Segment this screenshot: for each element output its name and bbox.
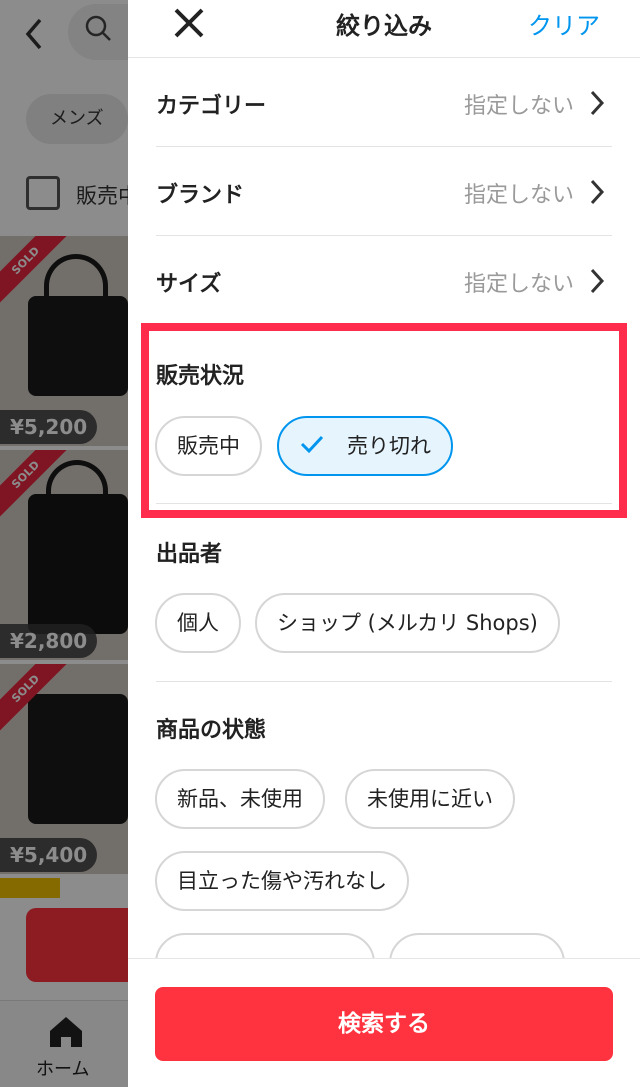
- filter-footer: 検索する: [128, 958, 640, 1087]
- search-button[interactable]: 検索する: [155, 987, 613, 1061]
- chevron-right-icon: [590, 90, 605, 116]
- filter-row-label: ブランド: [156, 183, 245, 208]
- chevron-right-icon: [590, 179, 605, 205]
- filter-row-value: 指定しない: [463, 183, 574, 208]
- filter-row-label: サイズ: [156, 272, 222, 297]
- chevron-right-icon: [590, 268, 605, 294]
- chip-like-new[interactable]: 未使用に近い: [345, 769, 515, 829]
- seller-title: 出品者: [156, 542, 223, 567]
- clear-button[interactable]: クリア: [528, 6, 600, 41]
- filter-row-label: カテゴリー: [156, 94, 267, 119]
- filter-row-brand[interactable]: ブランド 指定しない: [156, 147, 612, 236]
- filter-row-category[interactable]: カテゴリー 指定しない: [156, 58, 612, 147]
- filter-drawer: 絞り込み クリア カテゴリー 指定しない ブランド 指定しない サイズ 指定しな…: [128, 0, 640, 1087]
- chip-individual[interactable]: 個人: [155, 593, 241, 653]
- chip-new-unused[interactable]: 新品、未使用: [155, 769, 325, 829]
- section-divider: [156, 681, 612, 682]
- filter-header: 絞り込み クリア: [128, 0, 640, 58]
- filter-row-value: 指定しない: [463, 94, 574, 119]
- filter-row-size[interactable]: サイズ 指定しない: [156, 236, 612, 325]
- chip-no-noticeable-damage[interactable]: 目立った傷や汚れなし: [155, 851, 409, 911]
- chip-shops[interactable]: ショップ (メルカリ Shops): [255, 593, 560, 653]
- filter-row-value: 指定しない: [463, 272, 574, 297]
- highlight-annotation-box: [141, 323, 627, 518]
- condition-title: 商品の状態: [156, 718, 267, 743]
